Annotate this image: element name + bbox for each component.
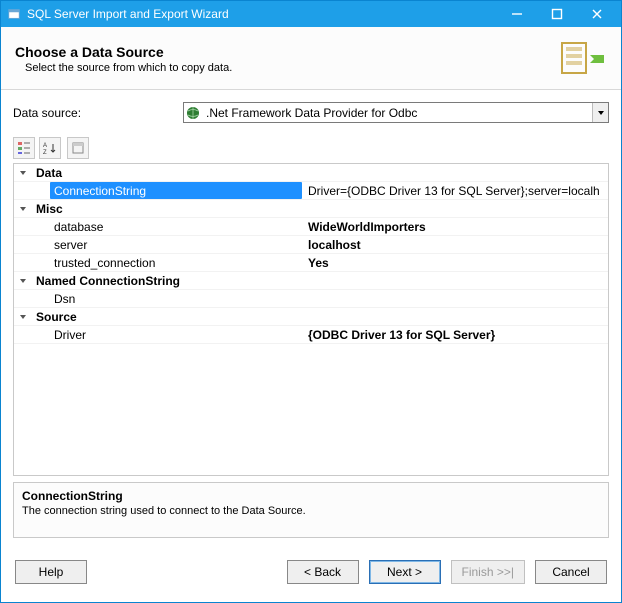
grid-property-row[interactable]: Driver{ODBC Driver 13 for SQL Server} bbox=[14, 326, 608, 344]
header-graphic-icon bbox=[559, 37, 607, 81]
description-title: ConnectionString bbox=[22, 489, 600, 503]
chevron-down-icon[interactable] bbox=[14, 200, 32, 217]
property-value[interactable]: Driver={ODBC Driver 13 for SQL Server};s… bbox=[302, 182, 608, 199]
property-value[interactable]: Yes bbox=[302, 254, 608, 271]
wizard-window: SQL Server Import and Export Wizard Choo… bbox=[0, 0, 622, 603]
property-name: ConnectionString bbox=[50, 182, 302, 199]
property-name: database bbox=[32, 218, 302, 235]
chevron-down-icon[interactable] bbox=[14, 272, 32, 289]
grid-property-row[interactable]: trusted_connectionYes bbox=[14, 254, 608, 272]
globe-icon bbox=[184, 106, 202, 120]
wizard-body: Data source: .Net Framework Data Provide… bbox=[1, 90, 621, 546]
category-name: Data bbox=[32, 164, 302, 181]
property-value[interactable] bbox=[302, 290, 608, 307]
page-title: Choose a Data Source bbox=[15, 44, 559, 60]
help-button[interactable]: Help bbox=[15, 560, 87, 584]
categorized-view-button[interactable] bbox=[13, 137, 35, 159]
svg-text:A: A bbox=[43, 143, 47, 149]
data-source-row: Data source: .Net Framework Data Provide… bbox=[13, 102, 609, 123]
maximize-button[interactable] bbox=[537, 1, 577, 27]
minimize-button[interactable] bbox=[497, 1, 537, 27]
grid-property-row[interactable]: databaseWideWorldImporters bbox=[14, 218, 608, 236]
close-button[interactable] bbox=[577, 1, 617, 27]
back-button[interactable]: < Back bbox=[287, 560, 359, 584]
category-name: Named ConnectionString bbox=[32, 272, 302, 289]
grid-category[interactable]: Misc bbox=[14, 200, 608, 218]
titlebar[interactable]: SQL Server Import and Export Wizard bbox=[1, 1, 621, 27]
chevron-down-icon[interactable] bbox=[592, 103, 608, 122]
data-source-select[interactable]: .Net Framework Data Provider for Odbc bbox=[183, 102, 609, 123]
grid-category[interactable]: Data bbox=[14, 164, 608, 182]
chevron-down-icon[interactable] bbox=[14, 308, 32, 325]
app-icon bbox=[7, 7, 21, 21]
property-grid[interactable]: DataConnectionStringDriver={ODBC Driver … bbox=[13, 163, 609, 476]
property-name: trusted_connection bbox=[32, 254, 302, 271]
grid-property-row[interactable]: serverlocalhost bbox=[14, 236, 608, 254]
category-name: Misc bbox=[32, 200, 302, 217]
cancel-button[interactable]: Cancel bbox=[535, 560, 607, 584]
grid-property-row[interactable]: ConnectionStringDriver={ODBC Driver 13 f… bbox=[14, 182, 608, 200]
property-name: Dsn bbox=[32, 290, 302, 307]
svg-text:Z: Z bbox=[43, 150, 47, 155]
next-button[interactable]: Next > bbox=[369, 560, 441, 584]
chevron-down-icon[interactable] bbox=[14, 164, 32, 181]
property-value[interactable]: localhost bbox=[302, 236, 608, 253]
property-pages-button[interactable] bbox=[67, 137, 89, 159]
grid-category[interactable]: Source bbox=[14, 308, 608, 326]
grid-property-row[interactable]: Dsn bbox=[14, 290, 608, 308]
data-source-selected: .Net Framework Data Provider for Odbc bbox=[202, 106, 592, 120]
property-name: Driver bbox=[32, 326, 302, 343]
data-source-label: Data source: bbox=[13, 106, 183, 120]
window-title: SQL Server Import and Export Wizard bbox=[27, 7, 497, 21]
page-subtitle: Select the source from which to copy dat… bbox=[25, 62, 559, 74]
alphabetical-view-button[interactable]: AZ bbox=[39, 137, 61, 159]
grid-category[interactable]: Named ConnectionString bbox=[14, 272, 608, 290]
wizard-buttons: Help < Back Next > Finish >>| Cancel bbox=[1, 546, 621, 602]
property-value[interactable]: {ODBC Driver 13 for SQL Server} bbox=[302, 326, 608, 343]
property-name: server bbox=[32, 236, 302, 253]
category-name: Source bbox=[32, 308, 302, 325]
property-grid-toolbar: AZ bbox=[13, 137, 609, 159]
property-description: ConnectionString The connection string u… bbox=[13, 482, 609, 538]
description-text: The connection string used to connect to… bbox=[22, 505, 600, 517]
property-value[interactable]: WideWorldImporters bbox=[302, 218, 608, 235]
page-header: Choose a Data Source Select the source f… bbox=[1, 27, 621, 90]
finish-button: Finish >>| bbox=[451, 560, 525, 584]
